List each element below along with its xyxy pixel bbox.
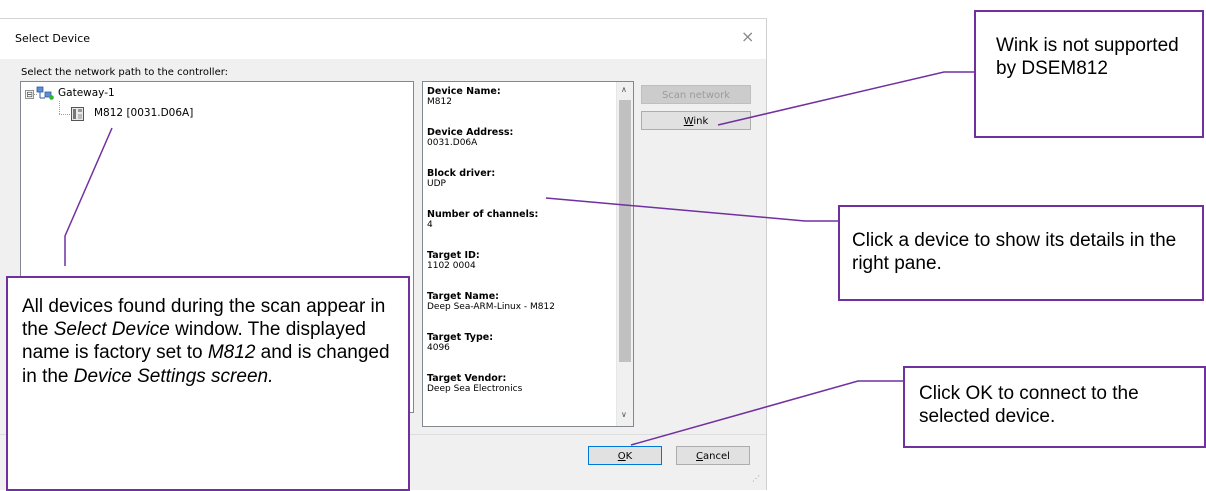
devices-leader-line — [64, 127, 113, 266]
wink-callout: Wink is not supported by DSEM812 — [974, 10, 1204, 138]
devices-callout: All devices found during the scan appear… — [6, 276, 410, 491]
click-ok-callout: Click OK to connect to the selected devi… — [903, 366, 1206, 448]
devices-callout-default-name: M812 — [207, 342, 256, 364]
wink-leader-line — [717, 71, 974, 126]
click-device-callout: Click a device to show its details in th… — [838, 205, 1204, 301]
details-leader-line — [545, 197, 838, 222]
devices-callout-window-name: Select Device — [53, 319, 170, 341]
ok-leader-line — [630, 380, 903, 446]
devices-callout-settings-screen: Device Settings screen. — [73, 365, 274, 387]
